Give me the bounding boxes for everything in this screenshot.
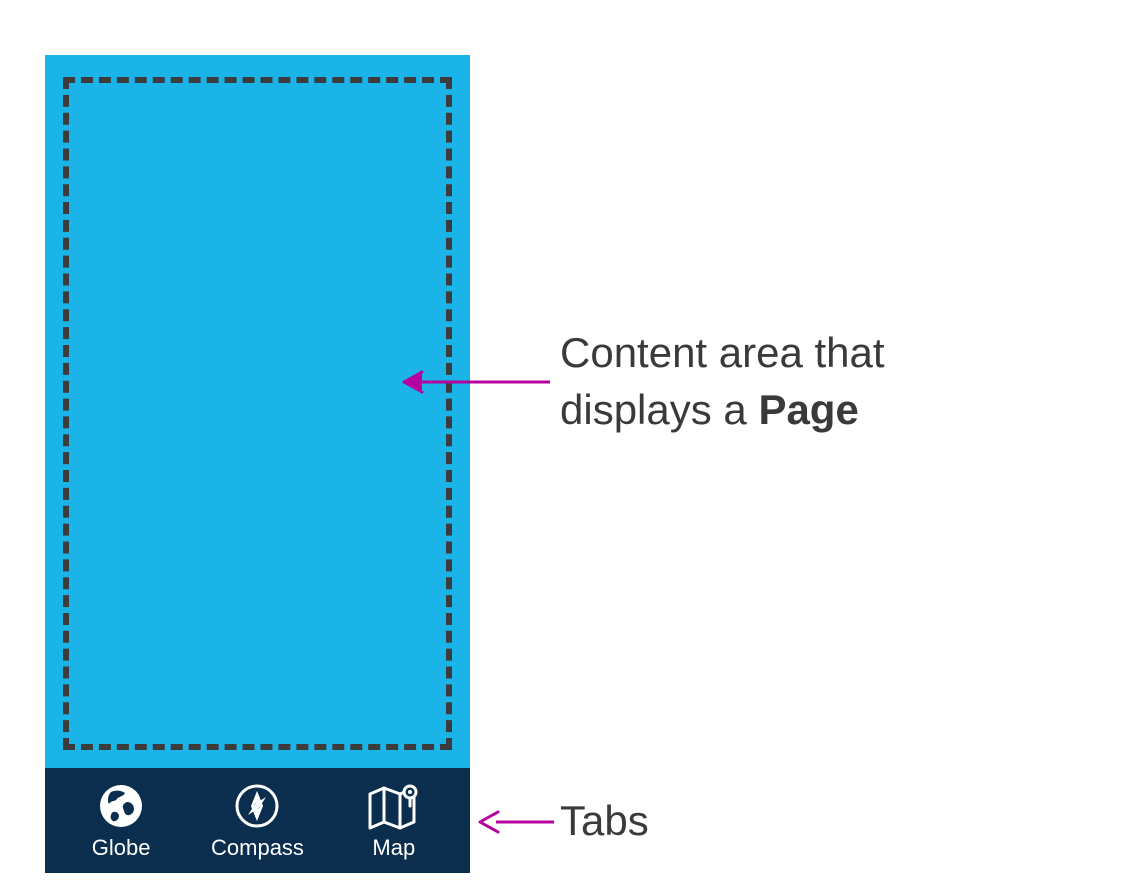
globe-icon [97, 781, 145, 831]
content-placeholder-dashed [63, 77, 452, 750]
compass-icon [233, 781, 281, 831]
tab-label: Map [372, 835, 415, 861]
annotation-text: Content area that [560, 329, 885, 376]
map-icon [366, 781, 422, 831]
tab-label: Compass [211, 835, 304, 861]
annotation-text: Tabs [560, 797, 649, 844]
content-area [45, 55, 470, 768]
device-frame: Globe Compass [45, 55, 470, 873]
annotation-content-area: Content area that displays a Page [560, 325, 885, 438]
annotation-tabs: Tabs [560, 797, 649, 845]
tab-bar: Globe Compass [45, 768, 470, 873]
annotation-text-bold: Page [758, 386, 858, 433]
tab-label: Globe [92, 835, 151, 861]
arrow-to-content [402, 370, 552, 394]
arrow-to-tabs [478, 810, 556, 834]
tab-compass[interactable]: Compass [202, 781, 312, 861]
annotation-text: displays a [560, 386, 758, 433]
tab-globe[interactable]: Globe [66, 781, 176, 861]
tab-map[interactable]: Map [339, 781, 449, 861]
